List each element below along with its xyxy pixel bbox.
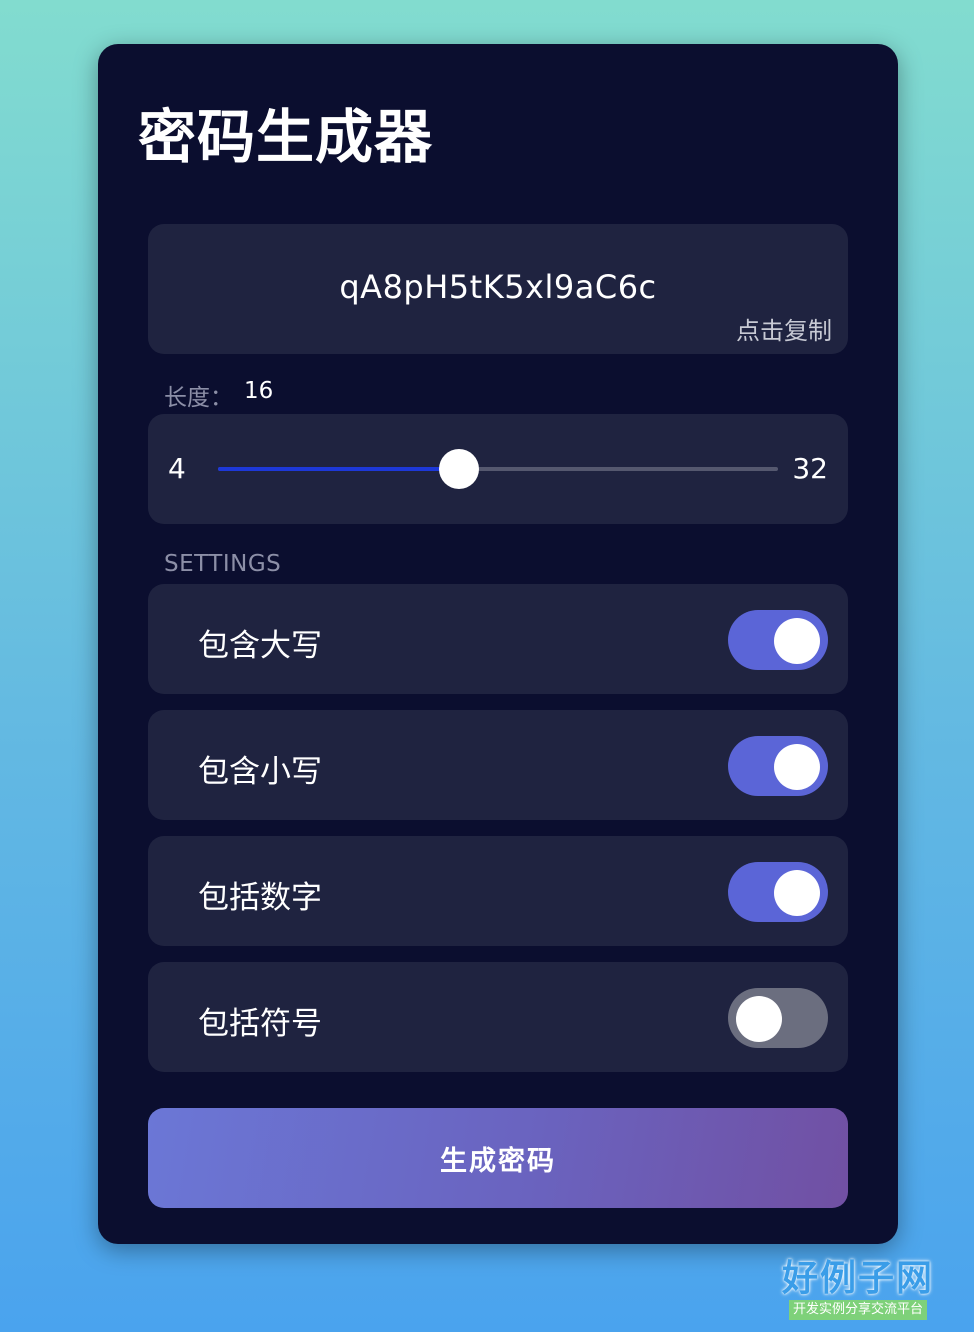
length-slider-panel: 4 32: [148, 414, 848, 524]
uppercase-toggle[interactable]: [728, 610, 828, 670]
option-label: 包括数字: [198, 880, 322, 916]
page-title: 密码生成器: [138, 103, 434, 171]
length-value: 16: [244, 378, 274, 404]
settings-heading: SETTINGS: [164, 551, 282, 577]
option-symbols: 包括符号: [148, 962, 848, 1072]
length-slider-track[interactable]: [218, 449, 778, 489]
numbers-toggle[interactable]: [728, 862, 828, 922]
length-slider-fill: [218, 467, 459, 471]
password-generator-card: 密码生成器 qA8pH5tK5xl9aC6c 点击复制 长度： 16 4 32 …: [98, 44, 898, 1244]
toggle-knob: [774, 618, 820, 664]
option-uppercase: 包含大写: [148, 584, 848, 694]
length-label: 长度：: [164, 385, 233, 411]
symbols-toggle[interactable]: [728, 988, 828, 1048]
option-label: 包含小写: [198, 754, 322, 790]
slider-max-label: 32: [792, 452, 828, 485]
length-slider-thumb[interactable]: [438, 449, 479, 489]
option-lowercase: 包含小写: [148, 710, 848, 820]
generate-password-button[interactable]: 生成密码: [148, 1108, 848, 1208]
option-label: 包含大写: [198, 628, 322, 664]
option-label: 包括符号: [198, 1006, 322, 1042]
watermark-logo: 好例子网 开发实例分享交流平台: [778, 1258, 938, 1324]
watermark-tagline: 开发实例分享交流平台: [788, 1300, 927, 1320]
toggle-knob: [774, 744, 820, 790]
slider-min-label: 4: [168, 452, 186, 485]
password-output[interactable]: qA8pH5tK5xl9aC6c 点击复制: [148, 224, 848, 354]
password-text[interactable]: qA8pH5tK5xl9aC6c: [148, 268, 848, 306]
watermark-brand: 好例子网: [781, 1257, 934, 1299]
option-numbers: 包括数字: [148, 836, 848, 946]
toggle-knob: [736, 996, 782, 1042]
toggle-knob: [774, 870, 820, 916]
lowercase-toggle[interactable]: [728, 736, 828, 796]
copy-hint[interactable]: 点击复制: [736, 311, 832, 346]
